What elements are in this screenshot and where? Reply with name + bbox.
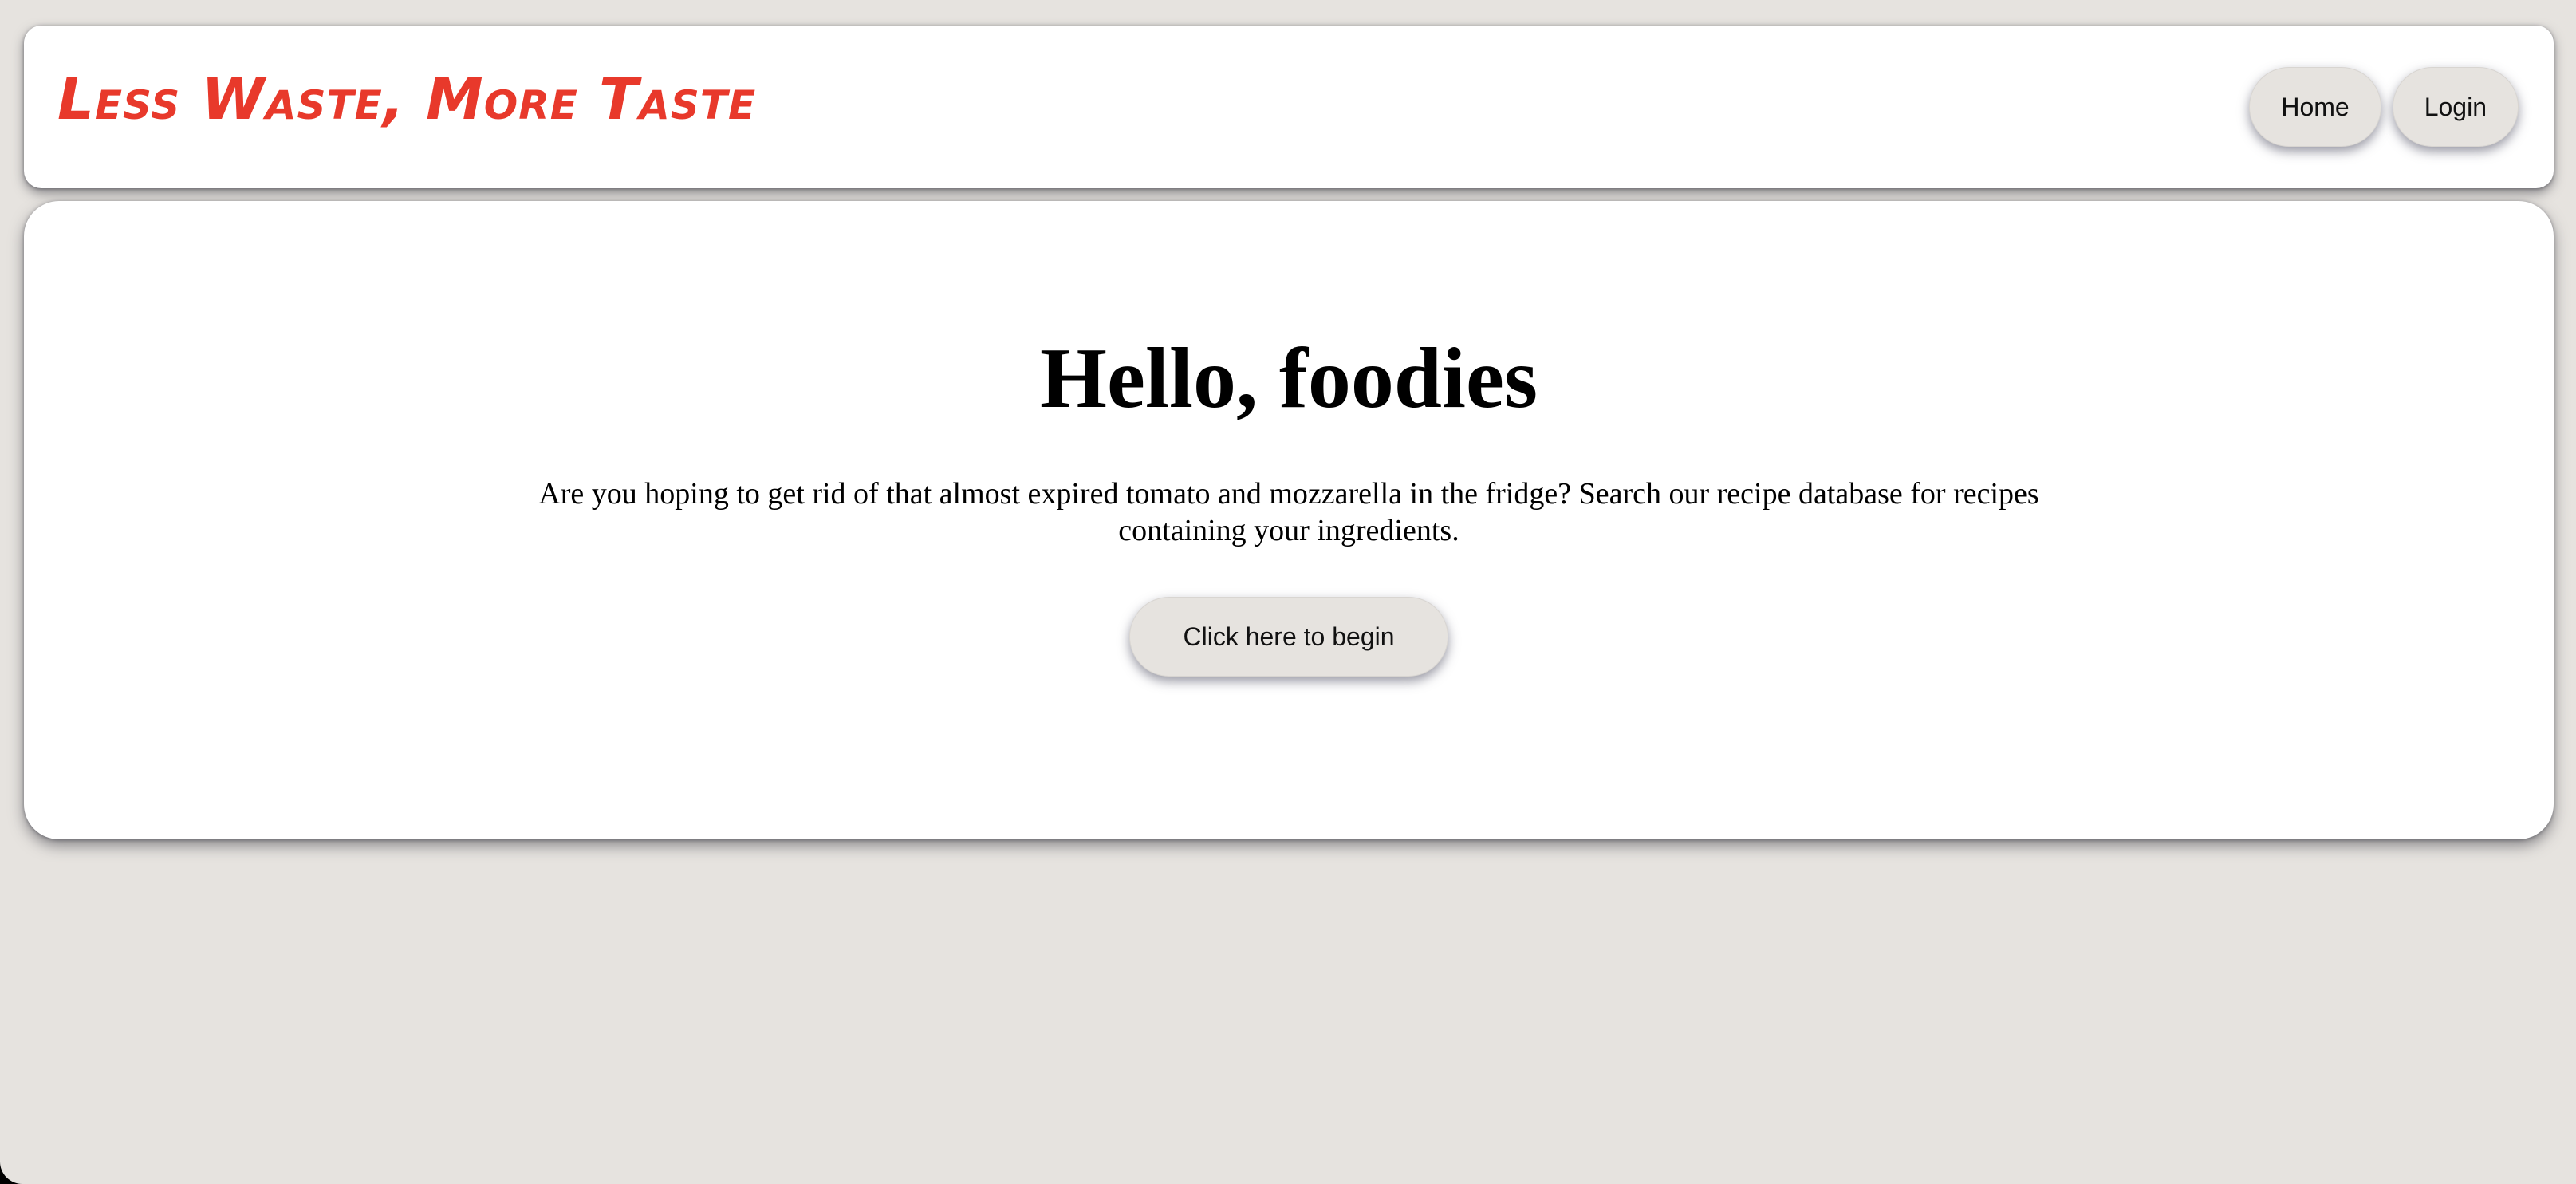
hero-title: Hello, foodies	[1040, 331, 1538, 426]
login-button[interactable]: Login	[2392, 67, 2519, 147]
hero-card: Hello, foodies Are you hoping to get rid…	[24, 201, 2554, 839]
nav-button-group: Home Login	[2249, 67, 2519, 147]
site-logo-title[interactable]: Less Waste, More Taste	[57, 70, 756, 128]
hero-description: Are you hoping to get rid of that almost…	[538, 477, 2039, 547]
home-button[interactable]: Home	[2249, 67, 2381, 147]
top-navbar: Less Waste, More Taste Home Login	[24, 26, 2554, 188]
begin-button[interactable]: Click here to begin	[1129, 597, 1448, 677]
window-corner	[0, 1152, 32, 1184]
